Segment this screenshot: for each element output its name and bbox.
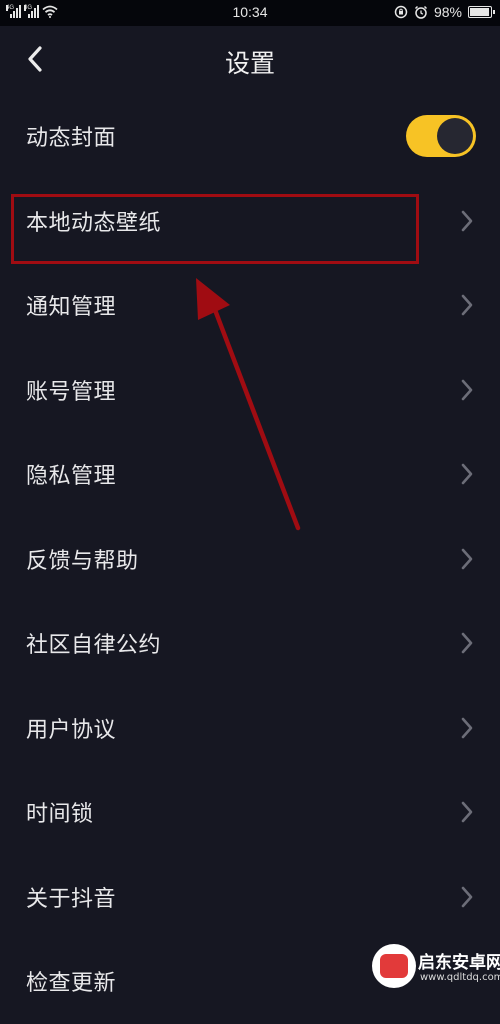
setting-row-user-agreement[interactable]: 用户协议: [0, 686, 500, 771]
setting-label: 通知管理: [26, 295, 117, 321]
setting-row-dynamic-cover: 动态封面: [0, 94, 500, 179]
setting-row-account[interactable]: 账号管理: [0, 348, 500, 433]
setting-row-privacy[interactable]: 隐私管理: [0, 432, 500, 517]
chevron-right-icon: [461, 463, 473, 485]
chevron-right-icon: [461, 886, 473, 908]
setting-row-notifications[interactable]: 通知管理: [0, 263, 500, 348]
battery-percentage: 98%: [433, 4, 462, 20]
alarm-icon: [414, 5, 427, 19]
watermark: 启东安卓网 www.qdltdq.com: [372, 938, 500, 1000]
setting-label: 时间锁: [26, 802, 94, 828]
setting-row-time-lock[interactable]: 时间锁: [0, 770, 500, 855]
setting-label: 动态封面: [26, 126, 117, 152]
status-right: 98%: [394, 4, 495, 20]
setting-label: 关于抖音: [26, 886, 117, 912]
chevron-right-icon: [461, 379, 473, 401]
chevron-right-icon: [461, 801, 473, 823]
setting-label: 检查更新: [26, 971, 117, 997]
chevron-right-icon: [461, 548, 473, 570]
status-bar: 4G 3G 10:34 98%: [0, 0, 500, 26]
setting-label: 隐私管理: [26, 464, 117, 490]
watermark-name: 启东安卓网: [418, 953, 500, 973]
rotation-lock-icon: [394, 5, 408, 19]
toggle-knob: [437, 118, 473, 155]
setting-label: 用户协议: [26, 717, 117, 743]
watermark-logo-icon: [372, 944, 416, 988]
annotation-highlight-box: [11, 194, 419, 264]
chevron-right-icon: [461, 294, 473, 316]
watermark-url: www.qdltdq.com: [420, 972, 500, 983]
setting-label: 社区自律公约: [26, 633, 162, 659]
dynamic-cover-toggle[interactable]: [406, 115, 476, 158]
chevron-right-icon: [461, 632, 473, 654]
chevron-right-icon: [461, 210, 473, 232]
chevron-right-icon: [461, 717, 473, 739]
setting-row-about[interactable]: 关于抖音: [0, 855, 500, 940]
battery-fill: [470, 8, 489, 16]
battery-icon: [468, 6, 495, 18]
setting-label: 账号管理: [26, 379, 117, 405]
header: 设置: [0, 26, 500, 94]
setting-row-community[interactable]: 社区自律公约: [0, 601, 500, 686]
page-title: 设置: [224, 49, 275, 78]
setting-row-feedback[interactable]: 反馈与帮助: [0, 517, 500, 602]
setting-label: 反馈与帮助: [26, 548, 139, 574]
